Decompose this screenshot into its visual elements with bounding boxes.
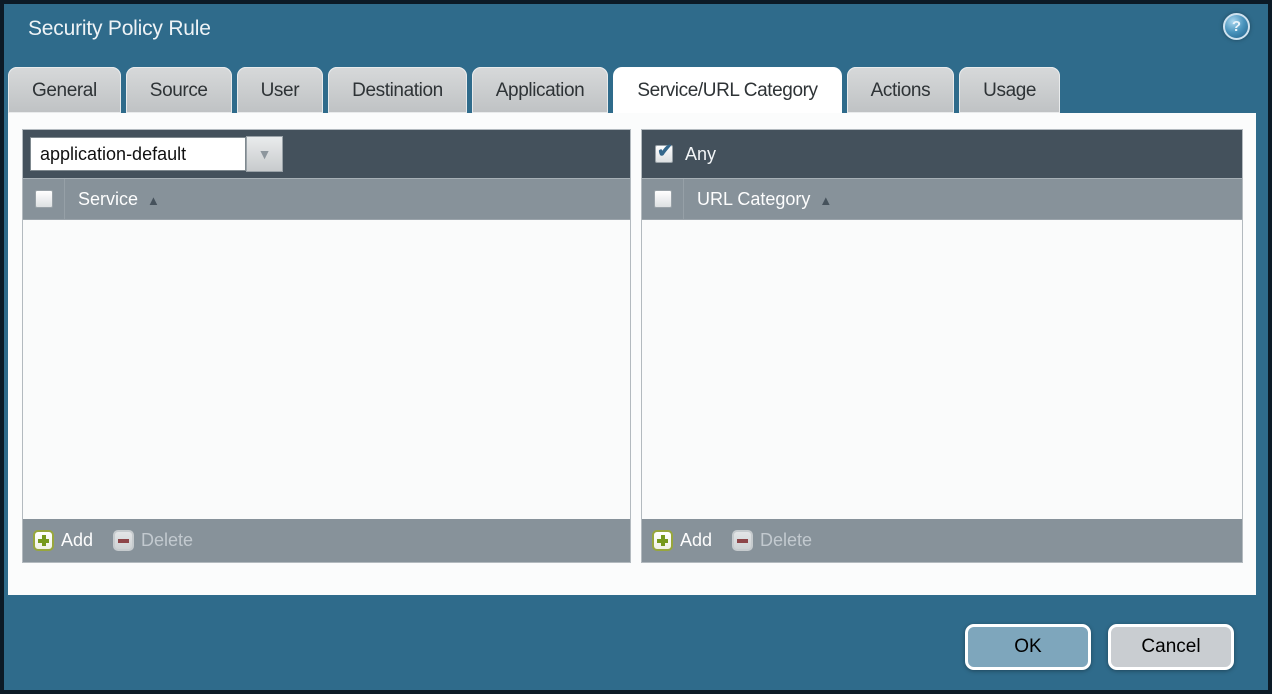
service-header-checkbox-cell bbox=[23, 179, 65, 219]
sort-ascending-icon: ▲ bbox=[819, 191, 832, 208]
any-row: ✔ Any bbox=[649, 144, 716, 165]
service-type-dropdown[interactable]: application-default bbox=[30, 137, 246, 171]
tab-actions[interactable]: Actions bbox=[847, 67, 955, 113]
cancel-button[interactable]: Cancel bbox=[1108, 624, 1234, 670]
url-category-column-label: URL Category bbox=[697, 189, 810, 210]
service-toolbar: application-default ▼ bbox=[23, 130, 630, 178]
plus-icon bbox=[652, 530, 673, 551]
plus-icon bbox=[33, 530, 54, 551]
tab-user[interactable]: User bbox=[237, 67, 324, 113]
tab-destination[interactable]: Destination bbox=[328, 67, 467, 113]
security-policy-rule-dialog: Security Policy Rule ? General Source Us… bbox=[0, 0, 1272, 694]
sort-ascending-icon: ▲ bbox=[147, 191, 160, 208]
tab-general[interactable]: General bbox=[8, 67, 121, 113]
tab-service-url-category[interactable]: Service/URL Category bbox=[613, 67, 841, 114]
delete-button-label: Delete bbox=[760, 530, 812, 551]
help-icon[interactable]: ? bbox=[1223, 13, 1250, 40]
chevron-down-icon[interactable]: ▼ bbox=[246, 136, 283, 172]
tab-application[interactable]: Application bbox=[472, 67, 609, 113]
delete-button-label: Delete bbox=[141, 530, 193, 551]
url-category-actionbar: Add Delete bbox=[642, 519, 1242, 562]
dialog-title: Security Policy Rule bbox=[28, 17, 211, 41]
add-button-label: Add bbox=[61, 530, 93, 551]
url-category-table-header: URL Category ▲ bbox=[642, 178, 1242, 220]
service-table-body bbox=[23, 220, 630, 519]
ok-button[interactable]: OK bbox=[965, 624, 1091, 670]
service-actionbar: Add Delete bbox=[23, 519, 630, 562]
any-checkbox[interactable]: ✔ bbox=[655, 145, 673, 163]
url-category-select-all-checkbox[interactable] bbox=[654, 190, 672, 208]
add-button-label: Add bbox=[680, 530, 712, 551]
checkmark-icon: ✔ bbox=[657, 140, 673, 163]
url-category-header-checkbox-cell bbox=[642, 179, 684, 219]
url-category-column-header[interactable]: URL Category ▲ bbox=[684, 179, 832, 219]
tab-bar: General Source User Destination Applicat… bbox=[8, 67, 1065, 113]
url-category-toolbar: ✔ Any bbox=[642, 130, 1242, 178]
url-category-add-button[interactable]: Add bbox=[652, 530, 712, 551]
service-delete-button[interactable]: Delete bbox=[113, 530, 193, 551]
tab-source[interactable]: Source bbox=[126, 67, 232, 113]
minus-icon bbox=[113, 530, 134, 551]
service-column-label: Service bbox=[78, 189, 138, 210]
any-label: Any bbox=[685, 144, 716, 165]
service-table-header: Service ▲ bbox=[23, 178, 630, 220]
service-select-all-checkbox[interactable] bbox=[35, 190, 53, 208]
service-panel: application-default ▼ Service ▲ Add bbox=[22, 129, 631, 563]
url-category-panel: ✔ Any URL Category ▲ Add bbox=[641, 129, 1243, 563]
minus-icon bbox=[732, 530, 753, 551]
url-category-delete-button[interactable]: Delete bbox=[732, 530, 812, 551]
tab-usage[interactable]: Usage bbox=[959, 67, 1060, 113]
service-add-button[interactable]: Add bbox=[33, 530, 93, 551]
tab-content-area: application-default ▼ Service ▲ Add bbox=[8, 113, 1256, 595]
url-category-table-body bbox=[642, 220, 1242, 519]
service-column-header[interactable]: Service ▲ bbox=[65, 179, 160, 219]
